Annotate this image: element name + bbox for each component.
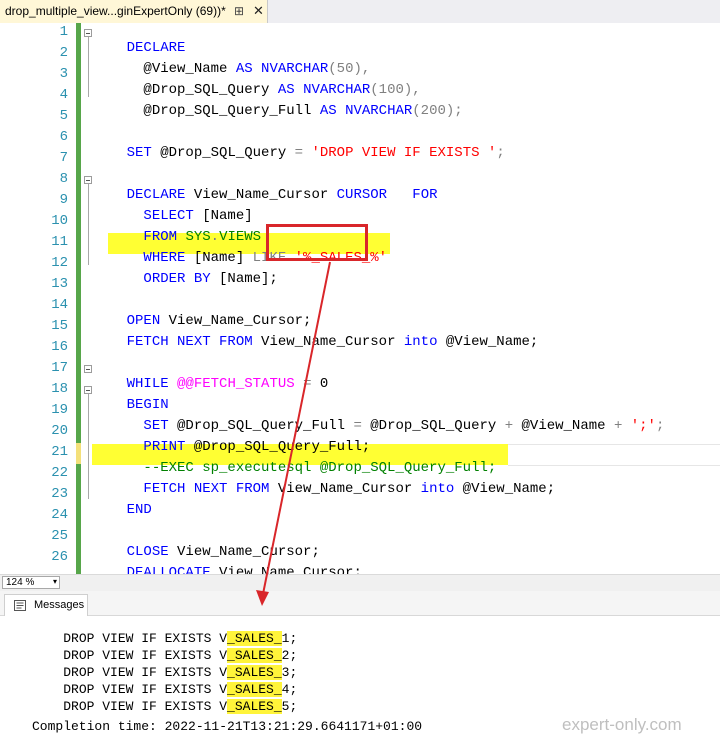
code-token: FOR: [412, 187, 438, 203]
unsaved-change-marker: [76, 443, 81, 464]
code-token: [Name];: [210, 271, 278, 287]
message-text: DROP VIEW IF EXISTS V: [63, 699, 228, 714]
outline-guide: [88, 394, 89, 499]
annotation-box: [266, 224, 368, 261]
messages-icon: [14, 600, 26, 611]
line-number: 16: [51, 339, 68, 355]
code-token: @@FETCH_STATUS: [177, 376, 295, 392]
results-tab-bar: Messages: [0, 591, 720, 616]
code-token: =: [294, 145, 304, 161]
line-number: 6: [59, 129, 68, 145]
tab-messages[interactable]: Messages: [4, 594, 88, 616]
code-line-6: SET @Drop_SQL_Query = 'DROP VIEW IF EXIS…: [93, 129, 505, 177]
code-token: @Drop_SQL_Query: [361, 418, 505, 434]
code-token: CURSOR: [336, 187, 388, 203]
messages-pane[interactable]: DROP VIEW IF EXISTS V_SALES_1; DROP VIEW…: [0, 616, 720, 740]
line-number: 23: [51, 486, 68, 502]
code-token: @Drop_SQL_Query: [151, 145, 295, 161]
collapse-block-icon[interactable]: [84, 365, 92, 373]
line-number-gutter: 1 2 3 4 5 6 7 8 9 10 11 12 13 14 15 16 1…: [0, 23, 72, 574]
code-line-15: FETCH NEXT FROM View_Name_Cursor into @V…: [93, 318, 539, 366]
code-token: AS: [319, 103, 337, 119]
code-token: ORDER BY: [126, 271, 211, 287]
line-number: 3: [59, 66, 68, 82]
saved-change-marker: [76, 464, 81, 574]
line-number: 22: [51, 465, 68, 481]
line-number: 19: [51, 402, 68, 418]
message-text: 5;: [281, 699, 298, 714]
pin-icon[interactable]: ⊞: [234, 4, 244, 18]
watermark: expert-only.com: [562, 715, 682, 734]
code-token: View_Name_Cursor: [252, 334, 404, 350]
message-highlight: _SALES_: [227, 699, 282, 714]
tab-title: drop_multiple_view...ginExpertOnly (69))…: [5, 4, 226, 18]
line-number: 14: [51, 297, 68, 313]
code-token: @View_Name;: [454, 481, 556, 497]
collapse-block-icon[interactable]: [84, 29, 92, 37]
line-number: 26: [51, 549, 68, 565]
editor-status-bar: 124 % ▾: [0, 574, 720, 591]
zoom-dropdown[interactable]: 124 % ▾: [2, 576, 60, 589]
code-token: +: [504, 418, 514, 434]
code-token: ;: [655, 418, 665, 434]
completion-time: Completion time: 2022-11-21T13:21:29.664…: [32, 719, 423, 734]
outline-guide: [88, 37, 89, 97]
line-number: 13: [51, 276, 68, 292]
code-token: @Drop_SQL_Query_Full: [126, 103, 320, 119]
code-token: NVARCHAR: [345, 103, 413, 119]
code-token: 'DROP VIEW IF EXISTS ': [311, 145, 497, 161]
line-number: 25: [51, 528, 68, 544]
document-tab-bar: drop_multiple_view...ginExpertOnly (69))…: [0, 0, 720, 23]
sql-editor[interactable]: 1 2 3 4 5 6 7 8 9 10 11 12 13 14 15 16 1…: [0, 23, 720, 581]
collapse-block-icon[interactable]: [84, 386, 92, 394]
code-token: View_Name_Cursor: [269, 481, 421, 497]
zoom-value: 124 %: [6, 577, 35, 588]
outline-guide: [88, 184, 89, 265]
line-number: 10: [51, 213, 68, 229]
code-line-22: FETCH NEXT FROM View_Name_Cursor into @V…: [93, 465, 555, 513]
line-number: 24: [51, 507, 68, 523]
code-token: FETCH NEXT FROM: [126, 334, 253, 350]
code-token: into: [420, 481, 455, 497]
line-number: 5: [59, 108, 68, 124]
line-number: 1: [59, 24, 68, 40]
line-number: 8: [59, 171, 68, 187]
code-token: (200);: [412, 103, 463, 119]
line-number: 9: [59, 192, 68, 208]
line-number: 2: [59, 45, 68, 61]
code-token: 0: [311, 376, 329, 392]
line-number: 7: [59, 150, 68, 166]
line-number: 21: [51, 444, 68, 460]
code-token: ';': [630, 418, 656, 434]
code-token: END: [126, 502, 152, 518]
tab-messages-label: Messages: [34, 599, 85, 611]
line-number: 15: [51, 318, 68, 334]
line-number: 17: [51, 360, 68, 376]
chevron-down-icon: ▾: [52, 577, 57, 586]
saved-change-marker: [76, 23, 81, 443]
code-token: ;: [496, 145, 505, 161]
code-line-23: END: [93, 486, 152, 534]
collapse-block-icon[interactable]: [84, 176, 92, 184]
code-token: SET: [126, 145, 152, 161]
code-line-12: ORDER BY [Name];: [93, 255, 278, 303]
code-token: @View_Name: [513, 418, 614, 434]
line-number: 12: [51, 255, 68, 271]
code-token: into: [403, 334, 438, 350]
line-number: 11: [51, 234, 68, 250]
line-number: 18: [51, 381, 68, 397]
close-icon[interactable]: ✕: [253, 3, 264, 19]
code-line-4: @Drop_SQL_Query_Full AS NVARCHAR(200);: [93, 87, 463, 135]
code-token: @View_Name;: [437, 334, 539, 350]
line-number: 20: [51, 423, 68, 439]
line-number: 4: [59, 87, 68, 103]
query-tab[interactable]: drop_multiple_view...ginExpertOnly (69))…: [0, 0, 268, 23]
